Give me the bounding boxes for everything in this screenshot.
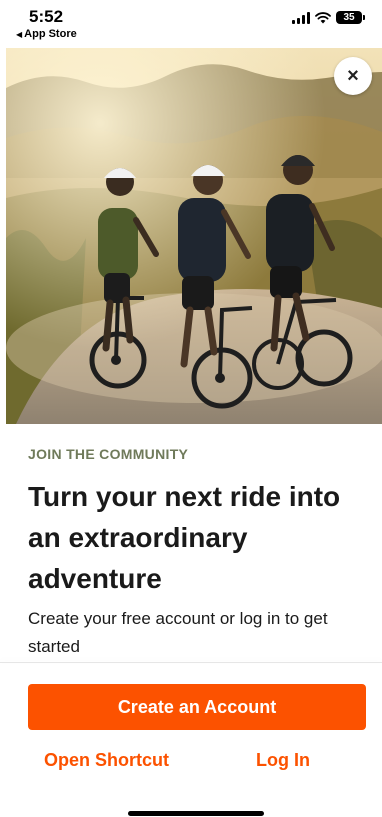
close-button[interactable]: × bbox=[334, 57, 372, 95]
home-indicator[interactable] bbox=[128, 811, 264, 816]
battery-icon: 35 bbox=[336, 11, 365, 24]
log-in-button[interactable]: Log In bbox=[256, 750, 310, 771]
eyebrow-label: JOIN THE COMMUNITY bbox=[28, 446, 189, 462]
status-time: 5:52 bbox=[29, 7, 64, 26]
hero-image bbox=[6, 48, 382, 424]
action-divider bbox=[0, 662, 382, 663]
subtitle-text: Create your free account or log in to ge… bbox=[28, 609, 328, 656]
onboarding-content: JOIN THE COMMUNITY Turn your next ride i… bbox=[28, 446, 358, 661]
cellular-signal-icon bbox=[292, 11, 310, 24]
back-to-app-store[interactable]: ◀ App Store bbox=[16, 28, 77, 40]
wifi-icon bbox=[315, 11, 331, 23]
page-title: Turn your next ride into an extraordinar… bbox=[28, 481, 341, 594]
close-icon: × bbox=[347, 65, 359, 87]
back-app-label: App Store bbox=[24, 28, 77, 40]
create-account-button[interactable]: Create an Account bbox=[28, 684, 366, 730]
status-indicators: 35 bbox=[292, 11, 365, 24]
cyclists-photo bbox=[6, 48, 382, 424]
status-bar: 5:52 ◀ App Store 35 bbox=[0, 0, 382, 48]
battery-level: 35 bbox=[343, 12, 355, 23]
open-shortcut-button[interactable]: Open Shortcut bbox=[44, 750, 169, 771]
back-caret-icon: ◀ bbox=[16, 29, 23, 39]
